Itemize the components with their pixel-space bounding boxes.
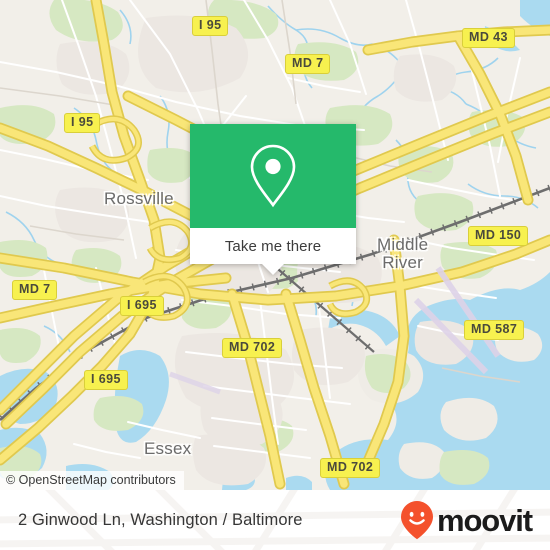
- location-address: 2 Ginwood Ln, Washington / Baltimore: [18, 510, 303, 529]
- footer-bar: 2 Ginwood Ln, Washington / Baltimore moo…: [0, 490, 550, 550]
- map-viewport[interactable]: Rossville Middle River Essex I 95 MD 43 …: [0, 0, 550, 490]
- road-shield-md150: MD 150: [468, 226, 529, 246]
- location-pin-icon: [250, 144, 296, 208]
- moovit-wordmark: moovit: [436, 502, 533, 538]
- take-me-there-button[interactable]: Take me there: [190, 228, 356, 264]
- moovit-smiley-pin-icon: [400, 501, 433, 540]
- road-shield-md7-north: MD 7: [285, 54, 331, 74]
- road-shield-md43: MD 43: [462, 28, 515, 48]
- road-shield-i695-south: I 695: [84, 370, 128, 390]
- road-shield-i95-north: I 95: [192, 16, 229, 36]
- callout-tail: [261, 263, 285, 275]
- road-shield-md702-north: MD 702: [222, 338, 283, 358]
- road-shield-md587: MD 587: [464, 320, 525, 340]
- callout-image-area: [190, 124, 356, 228]
- road-shield-md7-west: MD 7: [12, 280, 58, 300]
- road-shield-i695-north: I 695: [120, 296, 164, 316]
- road-shield-i95-west: I 95: [64, 113, 101, 133]
- road-shield-md702-south: MD 702: [320, 458, 381, 478]
- location-callout-card[interactable]: Take me there: [190, 124, 356, 275]
- osm-attribution[interactable]: © OpenStreetMap contributors: [0, 471, 184, 490]
- moovit-logo[interactable]: moovit: [400, 500, 533, 540]
